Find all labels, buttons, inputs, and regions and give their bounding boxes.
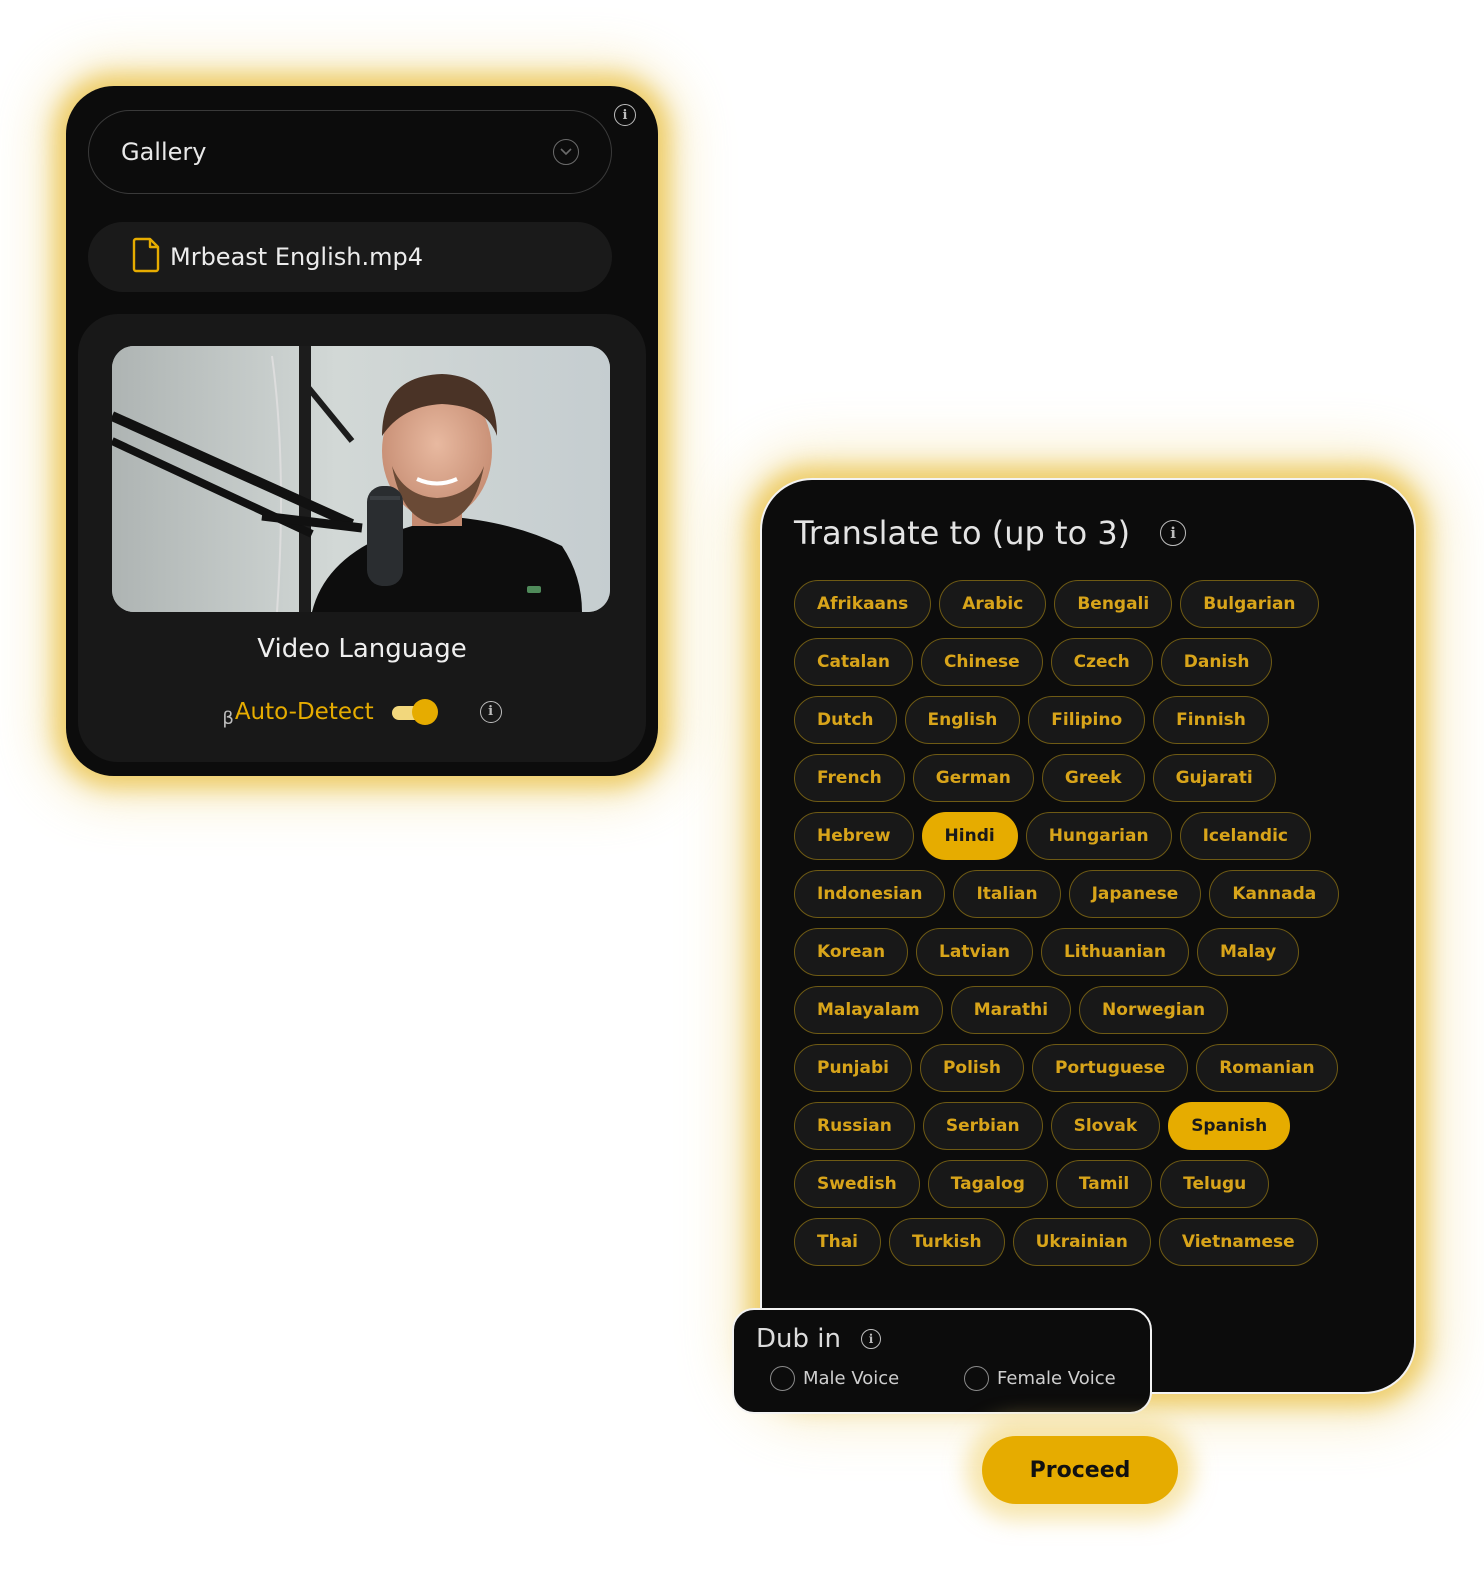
language-chip-thai[interactable]: Thai: [794, 1218, 881, 1266]
language-chip-malay[interactable]: Malay: [1196, 928, 1300, 976]
language-chip-lithuanian[interactable]: Lithuanian: [1040, 928, 1189, 976]
chevron-down-circle-icon: [553, 139, 579, 165]
language-chip-arabic[interactable]: Arabic: [939, 580, 1047, 628]
language-chip-bengali[interactable]: Bengali: [1054, 580, 1173, 628]
language-chip-catalan[interactable]: Catalan: [794, 638, 913, 686]
selected-file[interactable]: Mrbeast English.mp4: [88, 222, 612, 292]
language-chip-bulgarian[interactable]: Bulgarian: [1180, 580, 1319, 628]
info-icon[interactable]: i: [479, 700, 502, 723]
language-chip-portuguese[interactable]: Portuguese: [1031, 1044, 1189, 1092]
file-name: Mrbeast English.mp4: [170, 243, 423, 271]
language-chip-greek[interactable]: Greek: [1041, 754, 1145, 802]
language-chip-marathi[interactable]: Marathi: [950, 986, 1072, 1034]
language-chip-polish[interactable]: Polish: [919, 1044, 1024, 1092]
language-chip-serbian[interactable]: Serbian: [922, 1102, 1043, 1150]
language-chip-gujarati[interactable]: Gujarati: [1152, 754, 1276, 802]
language-chip-romanian[interactable]: Romanian: [1196, 1044, 1338, 1092]
auto-detect-label: Auto-Detect: [234, 698, 374, 725]
language-chip-russian[interactable]: Russian: [794, 1102, 915, 1150]
language-chip-dutch[interactable]: Dutch: [794, 696, 897, 744]
language-chip-danish[interactable]: Danish: [1160, 638, 1273, 686]
language-chip-japanese[interactable]: Japanese: [1068, 870, 1202, 918]
info-icon[interactable]: i: [614, 104, 636, 126]
source-select-value: Gallery: [121, 138, 207, 166]
info-icon[interactable]: i: [1160, 520, 1187, 546]
language-chip-icelandic[interactable]: Icelandic: [1179, 812, 1311, 860]
language-chip-list: Afrikaans Arabic Bengali Bulgarian Catalan Ch…: [794, 580, 1354, 1266]
file-icon: [132, 237, 160, 277]
language-chip-tamil[interactable]: Tamil: [1055, 1160, 1153, 1208]
translate-card: Translate to (up to 3) i Afrikaans Arabic…: [760, 478, 1416, 1394]
language-chip-french[interactable]: French: [794, 754, 905, 802]
beta-badge: β: [222, 708, 234, 729]
language-chip-swedish[interactable]: Swedish: [794, 1160, 920, 1208]
language-chip-afrikaans[interactable]: Afrikaans: [794, 580, 932, 628]
dub-in-header: Dub in i: [756, 1324, 881, 1354]
language-chip-indonesian[interactable]: Indonesian: [794, 870, 946, 918]
language-chip-malayalam[interactable]: Malayalam: [794, 986, 943, 1034]
dub-in-panel: Dub in i Male Voice Female Voice: [732, 1308, 1152, 1414]
toggle-knob: [411, 698, 438, 725]
language-chip-german[interactable]: German: [912, 754, 1034, 802]
male-voice-radio[interactable]: [770, 1366, 795, 1391]
language-chip-hindi[interactable]: Hindi: [921, 812, 1018, 860]
language-chip-norwegian[interactable]: Norwegian: [1079, 986, 1229, 1034]
language-chip-telugu[interactable]: Telugu: [1160, 1160, 1270, 1208]
translate-header: Translate to (up to 3) i: [794, 514, 1187, 552]
language-chip-italian[interactable]: Italian: [953, 870, 1061, 918]
preview-panel: Video Language β Auto-Detect i: [78, 314, 646, 762]
video-thumbnail[interactable]: [112, 346, 610, 612]
auto-detect-row: β Auto-Detect i: [78, 694, 646, 729]
female-voice-option[interactable]: Female Voice: [964, 1366, 1116, 1391]
language-chip-korean[interactable]: Korean: [794, 928, 909, 976]
proceed-button[interactable]: Proceed: [982, 1436, 1178, 1504]
language-chip-finnish[interactable]: Finnish: [1153, 696, 1269, 744]
language-chip-slovak[interactable]: Slovak: [1050, 1102, 1161, 1150]
info-icon[interactable]: i: [860, 1329, 881, 1349]
language-chip-turkish[interactable]: Turkish: [889, 1218, 1005, 1266]
male-voice-option[interactable]: Male Voice: [770, 1366, 899, 1391]
dub-in-title: Dub in: [756, 1324, 841, 1354]
language-chip-spanish[interactable]: Spanish: [1168, 1102, 1291, 1150]
video-language-title: Video Language: [257, 634, 467, 664]
language-chip-chinese[interactable]: Chinese: [920, 638, 1043, 686]
language-chip-tagalog[interactable]: Tagalog: [927, 1160, 1048, 1208]
male-voice-label: Male Voice: [803, 1368, 900, 1389]
language-chip-punjabi[interactable]: Punjabi: [794, 1044, 912, 1092]
source-select[interactable]: Gallery: [88, 110, 612, 194]
language-chip-english[interactable]: English: [904, 696, 1021, 744]
language-chip-kannada[interactable]: Kannada: [1209, 870, 1340, 918]
female-voice-label: Female Voice: [997, 1368, 1116, 1389]
language-chip-vietnamese[interactable]: Vietnamese: [1158, 1218, 1318, 1266]
language-chip-latvian[interactable]: Latvian: [916, 928, 1033, 976]
female-voice-radio[interactable]: [964, 1366, 989, 1391]
language-chip-filipino[interactable]: Filipino: [1028, 696, 1146, 744]
translate-title: Translate to (up to 3): [794, 514, 1131, 552]
auto-detect-toggle[interactable]: [391, 698, 438, 725]
language-chip-czech[interactable]: Czech: [1050, 638, 1153, 686]
language-chip-hebrew[interactable]: Hebrew: [794, 812, 914, 860]
source-card: i Gallery Mrbeast English.mp4 Video Lang…: [66, 86, 658, 776]
language-chip-hungarian[interactable]: Hungarian: [1025, 812, 1172, 860]
language-chip-ukrainian[interactable]: Ukrainian: [1012, 1218, 1151, 1266]
